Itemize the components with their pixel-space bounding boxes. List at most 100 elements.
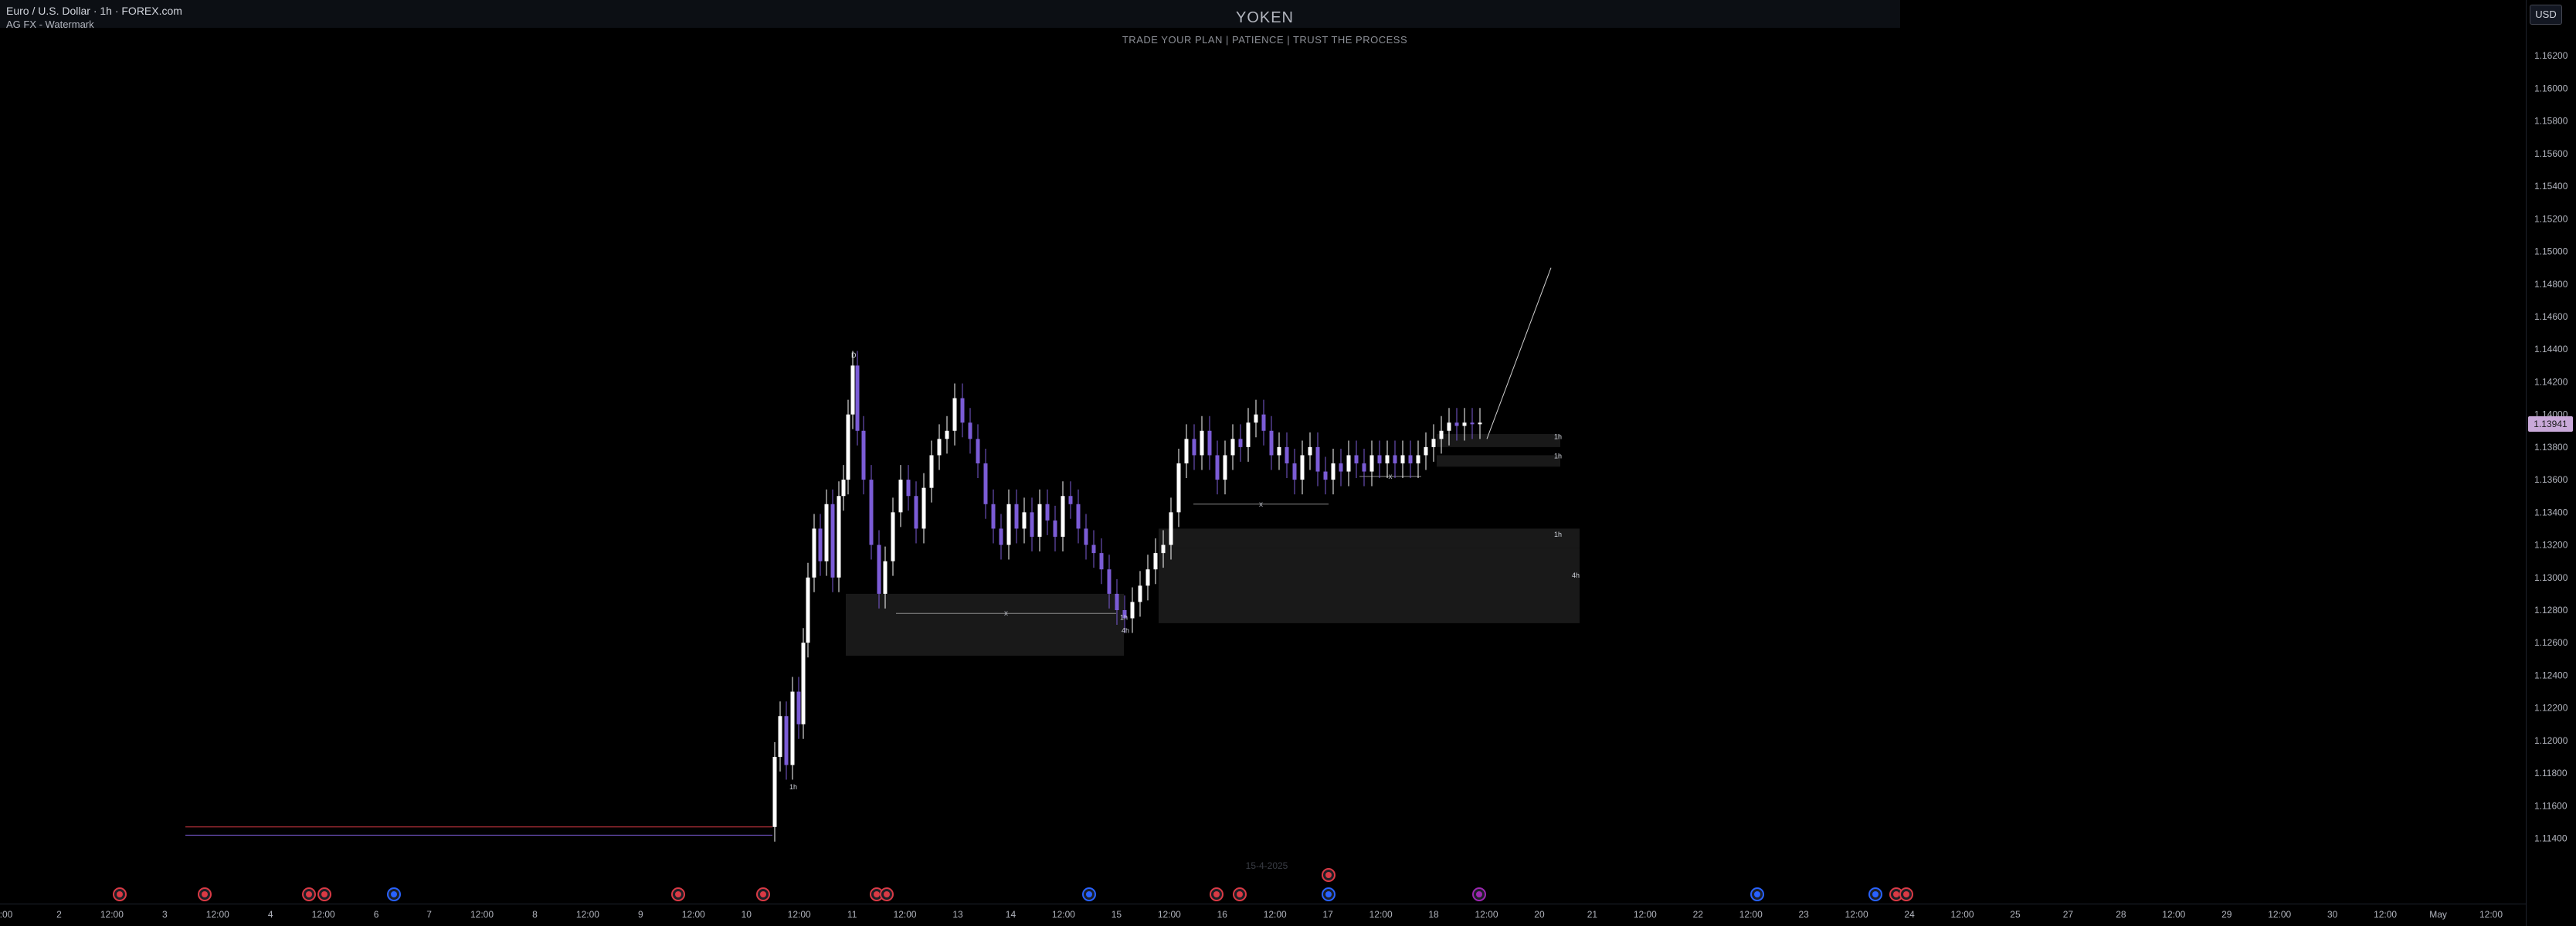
x-tick-label: 12:00 [1739,909,1763,920]
candle-body [983,463,988,504]
x-tick-label: 8 [532,909,538,920]
y-tick-label: 1.14800 [2534,279,2568,290]
candle-body [1161,544,1166,554]
candle-body [1130,602,1135,619]
x-tick-label: 11 [847,909,857,920]
candle [1261,399,1266,446]
x-tick-label: 14 [1006,909,1016,920]
zone-4 [846,593,1124,656]
candle [1084,514,1088,560]
x-tick-label: 21 [1587,909,1598,920]
zone-3 [1159,548,1580,623]
candle-body [1022,512,1027,529]
y-axis: 1.16200 1.16000 1.15800 1.15600 1.15400 1.152… [2534,50,2568,843]
candle-body [1408,455,1413,463]
candle [991,489,996,544]
y-tick-label: 1.11800 [2534,768,2568,778]
candle [824,489,829,576]
candle [1045,489,1050,535]
zone-0 [1437,434,1560,447]
candle-body [1107,569,1112,594]
y-tick-label: 1.13400 [2534,507,2568,517]
candle-body [1200,430,1204,456]
x-tick-label: 12:00 [1052,909,1075,920]
x-tick-label: 15 [1112,909,1122,920]
event-icon-18 [1899,887,1913,901]
x-tick-label: 16 [1217,909,1228,920]
y-tick-label: 1.15400 [2534,181,2568,192]
event-icon-3 [317,887,331,901]
event-dot [874,891,880,897]
candle-body [784,716,789,765]
candle-body [1354,455,1359,463]
candle [1269,416,1274,470]
candle [1424,432,1428,470]
event-dot [1325,891,1332,897]
candle [891,497,895,576]
candle-body [877,544,881,594]
price-scale[interactable]: 1.16200 1.16000 1.15800 1.15600 1.15400 1.152… [2526,0,2576,926]
candle-body [812,528,816,578]
candle-body [1006,504,1011,545]
candle-body [1045,504,1050,521]
y-tick-label: 1.13200 [2534,540,2568,551]
x-tick-label: May [2429,909,2447,920]
y-tick-label: 1.12400 [2534,670,2568,680]
candle [850,351,855,429]
x-tick-label: 12:00 [2268,909,2291,920]
x-tick-label: 4 [268,909,273,920]
chart-plot[interactable]: x x x D 1h 1h 4h 1h 1h 1h 4h 15-4-2025 :00 2 12:00 3 1… [0,0,2526,926]
y-tick-label: 1.14600 [2534,311,2568,322]
candle-body [1037,504,1042,537]
candle [1076,489,1081,544]
event-icon-16 [1868,887,1882,901]
event-icon-9 [1082,887,1096,901]
event-icon-2 [302,887,316,901]
currency-badge[interactable]: USD [2530,5,2562,25]
candle-body [945,430,949,439]
candle [1230,424,1235,470]
candle [1184,424,1189,478]
event-icon-4 [387,887,401,901]
candle-body [830,504,835,578]
candle [1354,440,1359,478]
x-tick-label: 10 [742,909,752,920]
candle-body [1254,414,1258,423]
event-icon-11 [1233,887,1247,901]
candle [968,408,972,454]
candle-body [883,561,888,594]
candle-body [1308,446,1312,456]
candle-body [1061,496,1065,537]
x-tick-label: 27 [2063,909,2074,920]
x-tick-label: 12:00 [206,909,229,920]
candle [1400,440,1405,478]
candle-body [1447,422,1451,431]
chart-root[interactable]: Euro / U.S. Dollar · 1h · FOREX.com AG F… [0,0,2576,926]
candle-body [1431,439,1436,447]
candle [796,677,801,739]
candle-body [1176,463,1181,513]
x-tick-label: 18 [1428,909,1439,920]
candle-body [1207,430,1212,456]
candle-body [1030,512,1034,537]
x-tick-label: 12:00 [100,909,124,920]
x-tick-label: :00 [0,909,13,920]
candle-body [1215,455,1220,480]
y-tick-label: 1.14200 [2534,376,2568,387]
event-icon-1 [198,887,212,901]
candle [999,514,1003,560]
x-tick-label: 20 [1534,909,1545,920]
candle-body [1084,528,1088,545]
candle-body [837,496,841,578]
candle-body [1053,520,1057,537]
candle-body [1115,593,1119,610]
candle [1053,505,1057,551]
candle [1300,440,1305,495]
candle-body [999,528,1003,545]
x-tick-label: 12:00 [2162,909,2185,920]
candle [1215,440,1220,495]
candle-body [1153,553,1158,570]
candle [1068,481,1073,519]
candle-body [1192,439,1196,456]
y-tick-label: 1.14400 [2534,344,2568,354]
